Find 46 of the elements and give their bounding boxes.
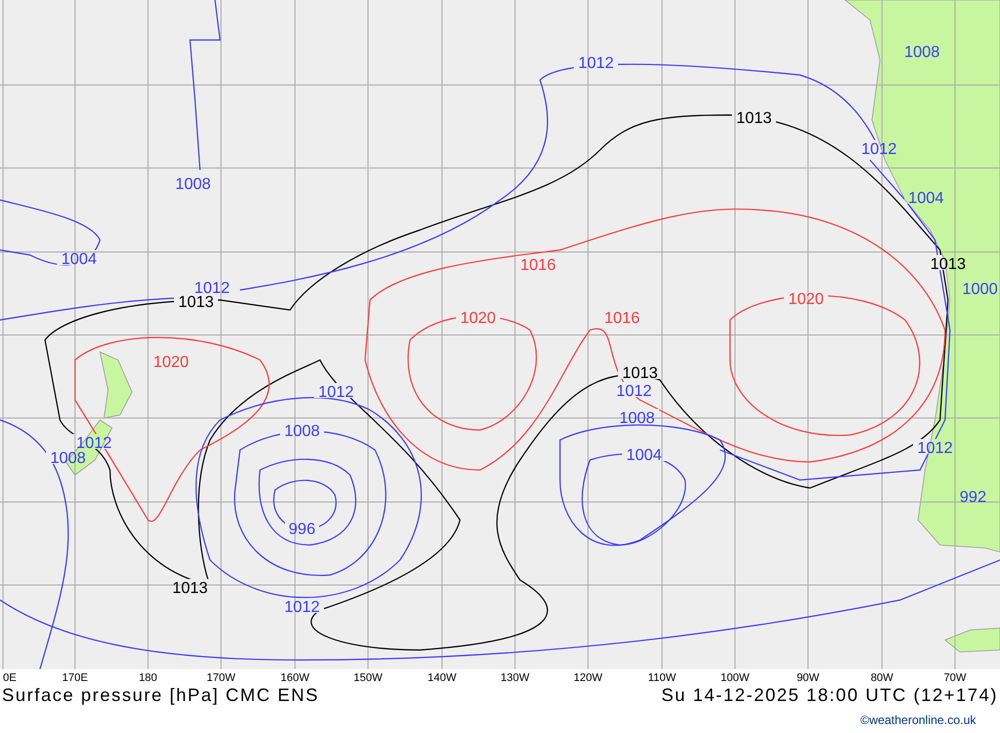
isobar-label: 1004 — [908, 190, 944, 207]
isobar-label: 1012 — [616, 383, 652, 400]
isobar-label: 1013 — [622, 365, 658, 382]
longitude-label: 140W — [428, 672, 456, 684]
isobar-label: 1008 — [175, 176, 211, 193]
isobar-label: 1020 — [460, 310, 496, 327]
isobar-label: 1012 — [318, 384, 354, 401]
isobar-label: 1000 — [962, 281, 998, 298]
isobar-label: 1016 — [604, 310, 640, 327]
longitude-label: 170E — [62, 672, 88, 684]
isobar-label: 1008 — [50, 450, 86, 467]
isobar-label: 1016 — [520, 257, 556, 274]
longitude-label: 80W — [870, 672, 894, 684]
isobar-label: 1004 — [626, 447, 662, 464]
isobar-label: 1013 — [178, 294, 214, 311]
longitude-label: 110W — [648, 672, 676, 684]
isobar-label: 1012 — [76, 435, 112, 452]
isobar-label: 1008 — [904, 44, 940, 61]
isobar-label: 992 — [960, 489, 986, 506]
longitude-label: 180 — [138, 672, 158, 684]
longitude-label: 100W — [720, 672, 750, 684]
longitude-label: 170W — [206, 672, 236, 684]
longitude-label: 160W — [280, 672, 310, 684]
isobar-label: 1020 — [788, 291, 824, 308]
longitude-label: 0E — [3, 672, 16, 684]
isobar-label: 1012 — [284, 599, 320, 616]
longitude-label: 70W — [944, 672, 966, 684]
isobar-label: 1008 — [284, 423, 320, 440]
map-title: Surface pressure [hPa] CMC ENS — [2, 685, 320, 705]
isobar-label: 1012 — [194, 280, 230, 297]
isobar-label: 1012 — [861, 141, 897, 158]
isobar-label: 1013 — [736, 110, 772, 127]
isobar-label: 1012 — [917, 440, 953, 457]
isobar-label: 1012 — [578, 55, 614, 72]
valid-time: Su 14-12-2025 18:00 UTC (12+174) — [661, 685, 998, 705]
isobar-label: 1008 — [619, 410, 655, 427]
longitude-label: 150W — [354, 672, 382, 684]
isobar-label: 1020 — [153, 354, 189, 371]
copyright-link[interactable]: ©weatheronline.co.uk — [860, 713, 976, 727]
isobar-label: 1013 — [172, 580, 208, 597]
longitude-label: 90W — [796, 672, 820, 684]
isobar-label: 1013 — [930, 256, 966, 273]
longitude-label: 130W — [500, 672, 530, 684]
longitude-label: 120W — [574, 672, 602, 684]
isobar-label: 1004 — [61, 251, 97, 268]
isobar-label: 996 — [288, 521, 316, 538]
